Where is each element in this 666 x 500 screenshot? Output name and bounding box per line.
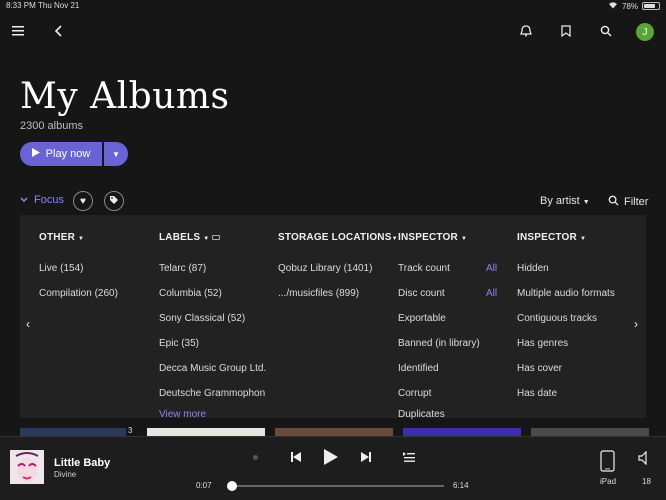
filter-item[interactable]: Contiguous tracks (517, 306, 629, 331)
filter-item[interactable]: .../musicfiles (899) (278, 281, 398, 306)
filter-item[interactable]: Columbia (52) (159, 281, 271, 306)
focus-label: Focus (34, 194, 64, 206)
sort-label: By artist (540, 195, 580, 207)
shuffle-indicator (253, 455, 258, 460)
filter-item[interactable]: Has date (517, 381, 629, 406)
filter-item[interactable]: Banned (in library) (398, 331, 502, 356)
battery-percent: 78% (621, 1, 638, 11)
filter-column-inspector: INSPECTOR ▼ Track count All Disc count All… (398, 232, 502, 424)
filter-item[interactable]: Exportable (398, 306, 502, 331)
filter-item[interactable]: Track count All (398, 256, 502, 281)
queue-icon[interactable] (402, 451, 416, 466)
column-header[interactable]: INSPECTOR ▼ (398, 232, 502, 248)
column-header[interactable]: OTHER ▼ (39, 232, 159, 248)
tag-icon (109, 195, 119, 208)
play-options-dropdown[interactable]: ▼ (104, 142, 128, 166)
filter-column-inspector-2: INSPECTOR ▼ Hidden Multiple audio format… (517, 232, 629, 406)
filter-button[interactable]: Filter (608, 195, 648, 209)
status-bar: 8:33 PM Thu Nov 21 78% (0, 0, 666, 12)
filter-item[interactable]: Live (154) (39, 256, 159, 281)
chevron-down-icon: ▼ (112, 149, 120, 159)
status-date: Thu Nov 21 (38, 1, 80, 10)
track-title[interactable]: Little Baby (54, 457, 110, 469)
album-count: 2300 albums (20, 120, 83, 132)
album-thumbnail[interactable] (531, 428, 649, 436)
ipad-device-icon[interactable] (600, 450, 615, 477)
filter-column-storage: STORAGE LOCATIONS▼ Qobuz Library (1401) … (278, 232, 398, 306)
filter-item[interactable]: Decca Music Group Ltd. (159, 356, 271, 381)
filter-item[interactable]: Has genres (517, 331, 629, 356)
play-pause-icon[interactable] (323, 448, 339, 469)
play-now-button[interactable]: Play now (20, 142, 102, 166)
filter-item[interactable]: Telarc (87) (159, 256, 271, 281)
tag-small-icon (212, 234, 221, 240)
heart-icon: ♥ (80, 195, 86, 207)
filter-item[interactable]: Disc count All (398, 281, 502, 306)
search-icon[interactable] (600, 25, 612, 39)
caret-down-icon: ▼ (582, 199, 590, 206)
column-header[interactable]: STORAGE LOCATIONS▼ (278, 232, 398, 248)
filter-item[interactable]: Epic (35) (159, 331, 271, 356)
status-time: 8:33 PM (6, 1, 36, 10)
chevron-right-icon[interactable]: › (634, 317, 638, 331)
battery-icon (642, 2, 660, 10)
filter-item[interactable]: Identified (398, 356, 502, 381)
wifi-icon (608, 1, 618, 11)
filter-item[interactable]: Duplicates (398, 406, 502, 424)
bell-icon[interactable] (520, 25, 532, 39)
track-artist[interactable]: Divine (54, 470, 76, 479)
volume-level: 18 (642, 477, 651, 486)
search-icon (608, 195, 619, 209)
filter-item[interactable]: Qobuz Library (1401) (278, 256, 398, 281)
filter-item[interactable]: Sony Classical (52) (159, 306, 271, 331)
play-now-label: Play now (45, 148, 91, 160)
chevron-down-icon (20, 194, 28, 206)
device-label: iPad (600, 477, 617, 486)
filter-item[interactable]: Corrupt (398, 381, 502, 406)
thumbnail-badge: 3 (128, 426, 133, 435)
progress-bar[interactable] (228, 485, 444, 487)
bookmark-icon[interactable] (561, 25, 571, 39)
column-header[interactable]: INSPECTOR ▼ (517, 232, 629, 248)
all-option[interactable]: All (486, 256, 497, 281)
filter-column-labels: LABELS ▼ Telarc (87) Columbia (52) Sony … (159, 232, 271, 424)
status-right: 78% (608, 1, 660, 11)
chevron-left-icon[interactable]: ‹ (26, 317, 30, 331)
view-more-link[interactable]: View more (159, 406, 271, 424)
filter-label: Filter (624, 196, 649, 208)
play-icon (31, 148, 40, 160)
album-thumbnail[interactable] (20, 428, 126, 436)
album-cover[interactable] (10, 450, 44, 484)
album-thumbnail[interactable] (147, 428, 265, 436)
filter-item[interactable]: Deutsche Grammophon (159, 381, 271, 406)
column-header[interactable]: LABELS ▼ (159, 232, 271, 248)
volume-icon[interactable] (638, 450, 652, 470)
duration-time: 6:14 (453, 481, 469, 490)
album-thumbnail[interactable] (275, 428, 393, 436)
filter-item[interactable]: Hidden (517, 256, 629, 281)
previous-track-icon[interactable] (290, 451, 302, 466)
user-avatar[interactable]: J (636, 23, 654, 41)
all-option[interactable]: All (486, 281, 497, 306)
filter-column-other: OTHER ▼ Live (154) Compilation (260) (39, 232, 159, 306)
album-thumbnail[interactable] (403, 428, 521, 436)
elapsed-time: 0:07 (196, 481, 212, 490)
page-title: My Albums (20, 76, 230, 117)
filter-item[interactable]: Has cover (517, 356, 629, 381)
back-icon[interactable] (54, 25, 64, 39)
focus-toggle[interactable]: Focus (20, 194, 64, 206)
tag-filter-button[interactable] (104, 191, 124, 211)
filter-item[interactable]: Compilation (260) (39, 281, 159, 306)
next-track-icon[interactable] (360, 451, 372, 466)
sort-dropdown[interactable]: By artist ▼ (540, 195, 590, 207)
filter-item[interactable]: Multiple audio formats (517, 281, 629, 306)
favorite-filter-button[interactable]: ♥ (73, 191, 93, 211)
menu-icon[interactable] (12, 25, 26, 39)
